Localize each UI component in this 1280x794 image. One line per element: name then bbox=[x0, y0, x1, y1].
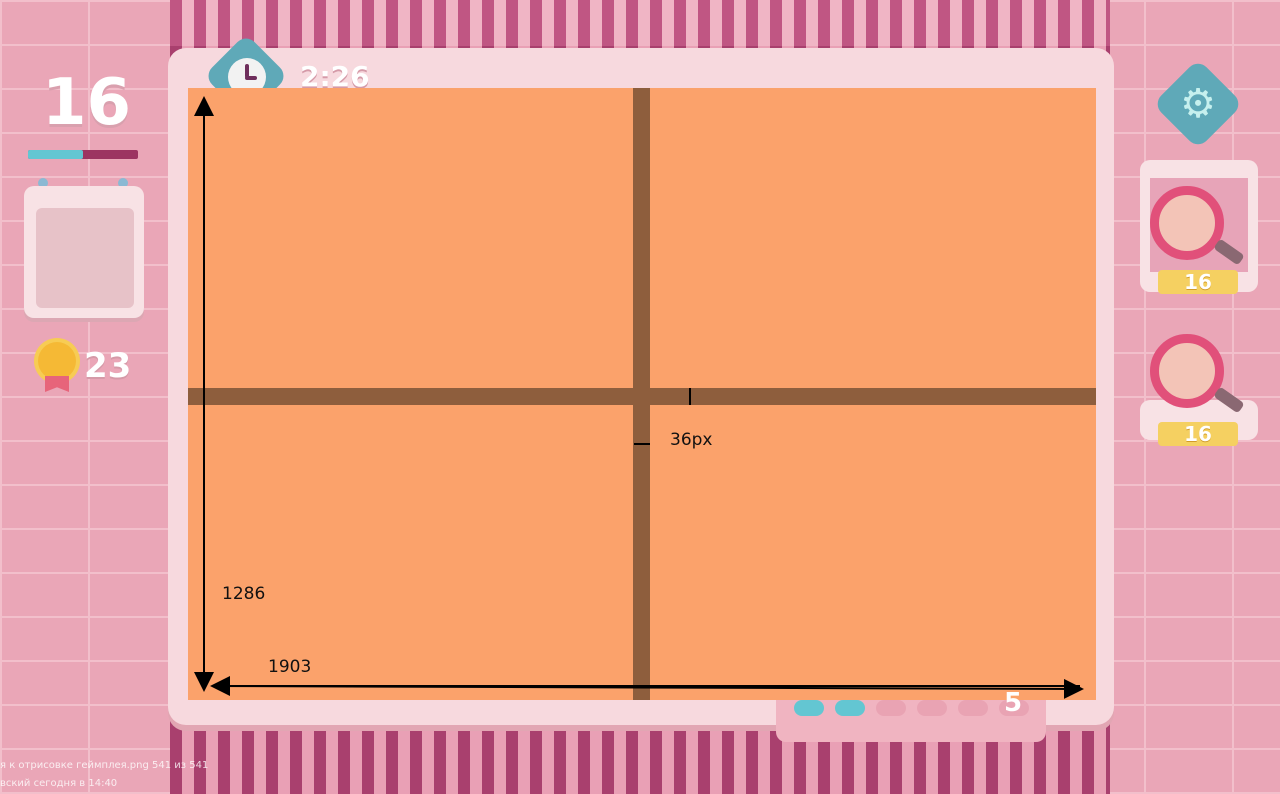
viewer-caption: вский сегодня в 14:40 bbox=[0, 778, 118, 789]
viewer-caption: я к отрисовке геймплея.png 541 из 541 bbox=[0, 760, 209, 771]
width-label: 1903 bbox=[268, 657, 312, 677]
measurement-annotations bbox=[194, 96, 1084, 699]
height-label: 1286 bbox=[222, 584, 266, 604]
gap-label: 36px bbox=[670, 430, 713, 450]
